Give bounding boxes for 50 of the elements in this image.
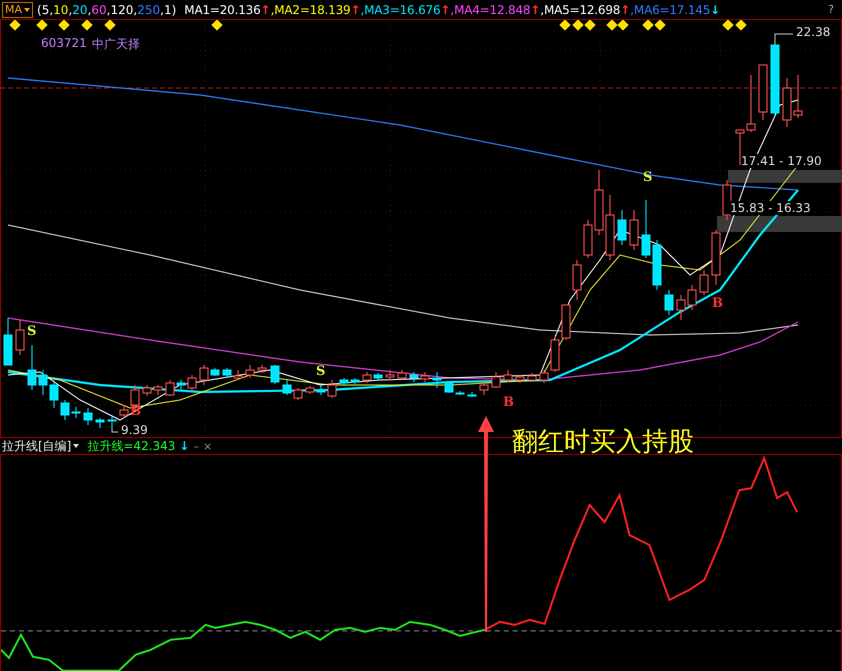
caret-icon [24,8,30,12]
diamond-icon [104,20,116,31]
diamond-icon [642,20,654,31]
diamond-icon [606,20,618,31]
trend-arrow: ↑ [530,2,540,16]
diamond-icon [617,20,629,31]
price-range-label: 17.41 - 17.90 [741,154,822,168]
indicator-dropdown[interactable]: 拉升线[自编] [0,438,80,454]
ma-parameters: (5,10,20,60,120,250,1) [37,2,176,16]
diamond-icon [735,20,747,31]
diamond-icon [572,20,584,31]
low-price-label: 9.39 [121,423,148,437]
trend-arrow: ↓ [710,2,720,16]
diamond-icon [654,20,666,31]
diamond-icon [559,20,571,31]
diamond-icon [36,20,48,31]
leader-line [774,34,794,46]
ma-value: ,MA6=17.145 [630,2,710,16]
trend-arrow: ↑ [620,2,630,16]
stock-code: 603721 [41,36,87,50]
diamond-icon [9,20,21,31]
high-price-label: 22.38 [796,25,830,39]
signal-marker: S [27,324,36,339]
close-button[interactable]: × [202,440,212,452]
up-arrow-icon [478,416,494,632]
diamond-icon [211,20,223,31]
price-range-label: 15.83 - 16.33 [730,201,811,215]
trend-arrow: ↓ [179,439,190,453]
indicator-dropdown[interactable]: MA [2,2,34,18]
diamond-icon [58,20,70,31]
signal-marker: B [712,296,723,311]
caret-icon [73,444,80,448]
ma-value: ,MA4=12.848 [450,2,530,16]
diamond-icon [584,20,596,31]
diamond-icon [722,20,734,31]
signal-marker: S [316,364,326,379]
trend-arrow: ↑ [350,2,361,16]
minimize-button[interactable]: – [193,440,199,452]
signal-marker: B [503,395,514,410]
ma-value: ,MA3=16.676 [360,2,440,16]
trend-arrow: ↑ [440,2,450,16]
stock-name: 中广天择 [92,36,140,53]
diamond-icon [81,20,93,31]
ma-value: ,MA5=12.698 [540,2,620,16]
leader-line [112,428,118,432]
help-button[interactable]: ? [828,3,834,16]
indicator-value: 拉升线=42.343 [87,438,176,454]
ma-value: ,MA2=18.139 [270,2,350,16]
trend-arrow: ↑ [260,2,271,16]
ma-value: MA1=20.136 [184,2,261,16]
